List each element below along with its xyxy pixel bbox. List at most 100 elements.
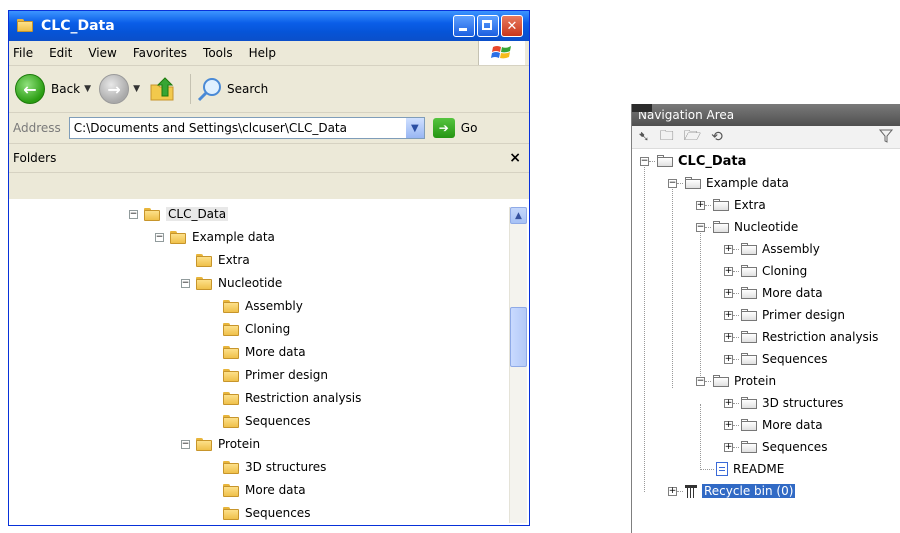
tree-item[interactable]: + Extra [696,194,766,216]
collapse-icon[interactable]: − [696,222,705,232]
collapse-icon[interactable]: − [129,209,138,219]
folder-icon [741,441,757,453]
collapse-icon[interactable]: − [155,232,164,242]
vertical-scrollbar[interactable]: ▲ [509,207,527,523]
expand-icon[interactable]: + [668,486,677,496]
tree-item[interactable]: Sequences [223,502,310,524]
collapse-icon[interactable]: − [181,439,190,449]
minimize-button[interactable] [453,15,475,37]
menu-view[interactable]: View [88,46,116,60]
tree-item-label: Assembly [762,242,820,256]
tree-item-label: Sequences [762,440,828,454]
tree-item[interactable]: Extra [196,249,250,271]
expand-icon[interactable]: + [724,442,733,452]
folder-icon [713,199,729,211]
tree-item[interactable]: + More data [724,414,823,436]
tree-item-label: 3D structures [762,396,844,410]
collapse-icon[interactable]: − [640,156,649,166]
menu-edit[interactable]: Edit [49,46,72,60]
folder-icon [223,506,239,520]
new-folder-icon[interactable]: 🗀 [660,125,674,149]
tree-item-label: More data [762,286,823,300]
expand-icon[interactable]: + [724,266,733,276]
tree-item[interactable]: Cloning [223,318,290,340]
expand-icon[interactable]: + [724,288,733,298]
pointer-icon[interactable]: ➷ [638,129,650,145]
close-pane-icon[interactable]: × [509,150,521,166]
tree-item[interactable]: + More data [724,282,823,304]
search-button[interactable]: Search [197,76,268,102]
tree-item[interactable]: + Restriction analysis [724,326,878,348]
tree-item[interactable]: + Sequences [724,436,827,458]
expand-icon[interactable]: + [724,354,733,364]
tree-item[interactable]: − Example data [668,172,789,194]
tree-item[interactable]: + Assembly [724,238,820,260]
tree-item[interactable]: Sequences [223,410,310,432]
folder-icon [741,331,757,343]
tree-guide-line [644,162,645,492]
go-button[interactable]: Go [461,121,478,135]
back-button[interactable]: ← Back ▼ [15,74,91,104]
scroll-up-icon[interactable]: ▲ [510,207,527,224]
menu-tools[interactable]: Tools [203,46,233,60]
tree-item[interactable]: + 3D structures [724,392,843,414]
tree-guide-line [672,184,673,388]
menu-favorites[interactable]: Favorites [133,46,187,60]
expand-icon[interactable]: + [724,398,733,408]
tree-item-label: Primer design [245,368,328,382]
chevron-down-icon[interactable]: ▼ [84,84,91,94]
collapse-icon[interactable]: − [696,376,705,386]
scroll-thumb[interactable] [510,307,527,367]
expand-icon[interactable]: + [724,420,733,430]
tree-item[interactable]: README [700,458,784,480]
tree-item[interactable]: Assembly [223,295,303,317]
address-bar: Address C:\Documents and Settings\clcuse… [9,113,529,144]
tree-item[interactable]: + Cloning [724,260,807,282]
close-button[interactable]: ✕ [501,15,523,37]
tree-item[interactable]: More data [223,479,306,501]
tree-item[interactable]: Restriction analysis [223,387,361,409]
address-input[interactable]: C:\Documents and Settings\clcuser\CLC_Da… [68,117,425,139]
chevron-down-icon[interactable]: ▼ [133,84,140,94]
forward-button[interactable]: → ▼ [99,74,140,104]
tree-item[interactable]: − Protein [696,370,776,392]
tree-item[interactable]: More data [223,341,306,363]
navigation-area-title: Navigation Area [638,108,735,122]
folder-icon [741,309,757,321]
tree-item[interactable]: − Nucleotide [181,272,282,294]
tree-item[interactable]: 3D structures [223,456,326,478]
tree-item[interactable]: + Primer design [724,304,845,326]
chevron-down-icon[interactable]: ▼ [405,118,424,138]
tree-item[interactable]: + Recycle bin (0) [668,480,796,502]
up-folder-button[interactable] [148,76,176,102]
title-bar[interactable]: CLC_Data ✕ [9,11,529,41]
up-folder-icon [150,77,174,101]
expand-icon[interactable]: + [724,244,733,254]
maximize-button[interactable] [477,15,499,37]
tree-item[interactable]: − Nucleotide [696,216,798,238]
tree-item[interactable]: − Protein [181,433,260,455]
tree-item[interactable]: Primer design [223,364,328,386]
tree-item[interactable]: + Sequences [724,348,827,370]
collapse-icon[interactable]: − [668,178,677,188]
tree-item[interactable]: − CLC_Data [129,203,229,225]
menu-help[interactable]: Help [249,46,276,60]
expand-icon[interactable]: + [724,310,733,320]
go-arrow-icon[interactable]: ➔ [432,118,455,138]
open-folder-icon[interactable]: 🗁 [684,125,701,149]
expand-icon[interactable]: + [696,200,705,210]
tree-item[interactable]: − Example data [155,226,275,248]
tree-item-label: Sequences [245,414,311,428]
tree-item-label: More data [245,483,306,497]
collapse-icon[interactable]: − [181,278,190,288]
menu-file[interactable]: File [13,46,33,60]
tree-item-label: Cloning [762,264,808,278]
tree-item-label: 3D structures [245,460,327,474]
tree-item[interactable]: − CLC_Data [640,150,746,172]
folder-icon [17,19,35,33]
filter-icon[interactable] [878,129,894,147]
tree-guide-line [700,228,701,378]
refresh-icon[interactable]: ⟲ [711,129,723,145]
tree-item-label: Nucleotide [218,276,283,290]
expand-icon[interactable]: + [724,332,733,342]
